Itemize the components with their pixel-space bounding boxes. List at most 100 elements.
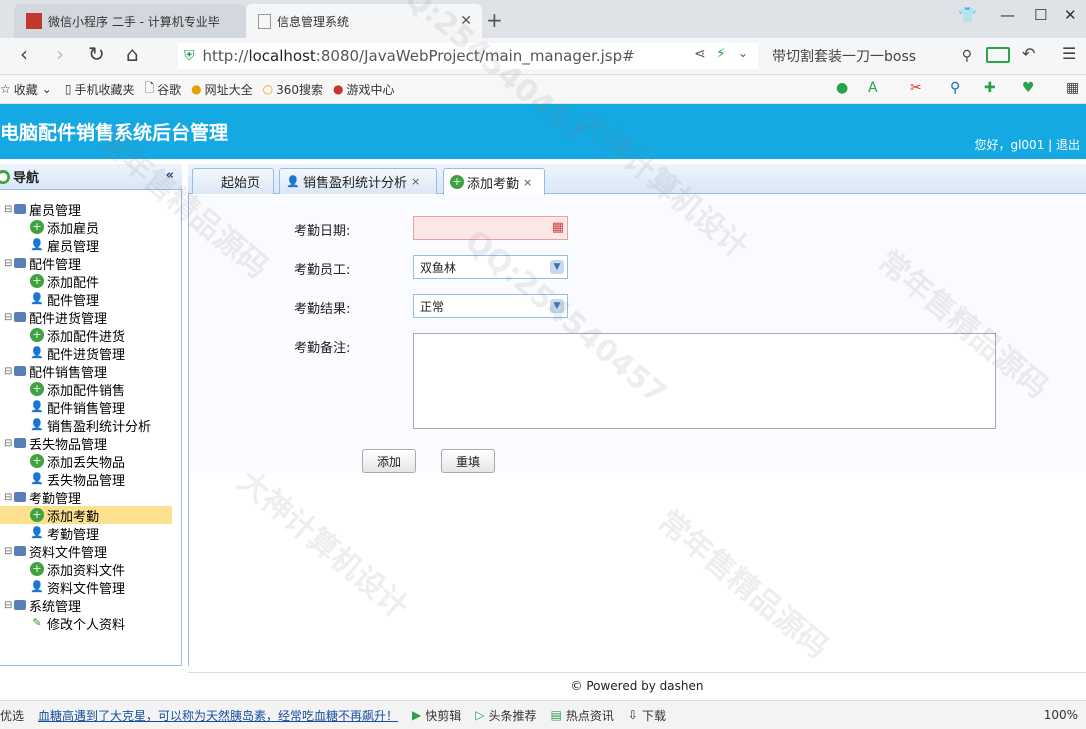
tree-item-add-file[interactable]: + 添加资料文件 [0,560,182,579]
collapse-tree-icon[interactable]: ⊟ [4,600,12,611]
chevron-down-icon[interactable]: ▼ [550,260,564,274]
tree-item-add-employee[interactable]: + 添加雇员 [0,218,182,237]
shirt-icon[interactable]: 👕 [958,6,977,24]
tree-item-profit-analysis[interactable]: 👤 销售盈利统计分析 [0,416,182,435]
add-icon: + [30,274,44,288]
sidebar-title: 导航 [13,171,40,186]
tree-item-purchase-manage[interactable]: 👤 配件进货管理 [0,344,182,363]
lightning-icon[interactable]: ⚡ [716,46,726,62]
reload-icon[interactable]: ↻ [88,42,105,66]
chevron-down-icon[interactable]: ▼ [550,299,564,313]
add-button[interactable]: 添加 [362,449,416,473]
user-icon: 👤 [30,580,44,593]
tree-group-files[interactable]: ⊟ 资料文件管理 [0,542,182,561]
battery-icon[interactable] [986,47,1010,63]
user-icon: 👤 [30,346,44,359]
window-close-icon[interactable]: ✕ [1064,6,1077,24]
maximize-icon[interactable]: ☐ [1034,6,1047,24]
browser-tab-active[interactable]: 信息管理系统 ✕ [246,4,482,38]
calendar-icon[interactable]: ▦ [552,220,564,235]
collapse-tree-icon[interactable]: ⊟ [4,366,12,377]
status-headlines[interactable]: ▷ 头条推荐 [475,707,536,724]
minimize-icon[interactable]: — [1000,6,1015,24]
tree-item-add-part[interactable]: + 添加配件 [0,272,182,291]
chevron-down-icon[interactable]: ⌄ [738,46,748,60]
bookmark-google[interactable]: 🗋 谷歌 [144,79,181,100]
tree-group-lost-items[interactable]: ⊟ 丢失物品管理 [0,434,182,453]
tree-item-file-manage[interactable]: 👤 资料文件管理 [0,578,182,597]
bookmark-360[interactable]: ○ 360搜索 [263,81,323,98]
new-tab-icon[interactable]: + [486,8,503,32]
close-tab-icon[interactable]: × [411,175,420,188]
tree-item-lost-item-manage[interactable]: 👤 丢失物品管理 [0,470,182,489]
forward-icon[interactable]: › [56,42,64,66]
status-quick-clip[interactable]: ▶ 快剪辑 [412,707,461,724]
close-icon[interactable]: ✕ [460,13,472,29]
user-greeting[interactable]: 您好，gl001 | 退出 [974,136,1080,153]
tree-item-sale-manage[interactable]: 👤 配件销售管理 [0,398,182,417]
add-icon: + [30,562,44,576]
extension-icon[interactable]: ● [836,80,848,96]
tree-item-attendance-manage[interactable]: 👤 考勤管理 [0,524,182,543]
status-preferred[interactable]: 优选 [0,707,24,724]
search-icon[interactable]: ⚲ [962,48,972,64]
tree-item-add-lost-item[interactable]: + 添加丢失物品 [0,452,182,471]
address-bar[interactable]: ⛨ http://localhost:8080/JavaWebProject/m… [178,43,758,69]
search-input[interactable]: 带切割套装一刀一boss ⚲ [772,43,972,69]
scissors-icon[interactable]: ✂ [910,80,922,96]
bookmark-games[interactable]: ● 游戏中心 [333,81,395,98]
apps-grid-icon[interactable]: ▦ [1066,80,1079,96]
tree-group-system[interactable]: ⊟ 系统管理 [0,596,182,615]
status-hot-news[interactable]: ▤ 热点资讯 [551,707,614,724]
zoom-level[interactable]: 100% [1044,708,1078,722]
tree-group-attendance[interactable]: ⊟ 考勤管理 [0,488,182,507]
tree-group-employees[interactable]: ⊟ 雇员管理 [0,200,182,219]
bookmark-mobile[interactable]: ▯ 手机收藏夹 [65,81,135,98]
result-select[interactable]: 正常 ▼ [413,294,568,318]
collapse-tree-icon[interactable]: ⊟ [4,546,12,557]
collapse-tree-icon[interactable]: ⊟ [4,438,12,449]
bookmark-favorites[interactable]: ☆ 收藏 ⌄ [0,81,55,98]
user-icon: 👤 [30,418,44,431]
share-icon[interactable]: ⋖ [694,46,706,62]
miniprogram-favicon-icon [26,13,42,29]
heart-icon[interactable]: ♥ [1022,80,1035,96]
user-icon: 👤 [30,292,44,305]
status-news-link[interactable]: 血糖高遇到了大克星，可以称为天然胰岛素，经常吃血糖不再飙升！ [38,707,398,724]
collapse-tree-icon[interactable]: ⊟ [4,492,12,503]
tree-item-add-sale[interactable]: + 添加配件销售 [0,380,182,399]
collapse-tree-icon[interactable]: ⊟ [4,312,12,323]
undo-icon[interactable]: ↶ [1022,44,1035,63]
tree-item-part-manage[interactable]: 👤 配件管理 [0,290,182,309]
notes-textarea[interactable] [413,333,996,429]
home-icon[interactable]: ⌂ [126,42,139,66]
app-title: 电脑配件销售系统后台管理 [0,122,229,144]
collapse-tree-icon[interactable]: ⊟ [4,258,12,269]
tree-item-add-attendance-selected[interactable]: + 添加考勤 [0,506,172,525]
tab-profit-analysis[interactable]: 👤 销售盈利统计分析 × [279,168,437,194]
tree-group-purchase[interactable]: ⊟ 配件进货管理 [0,308,182,327]
tree-item-add-purchase[interactable]: + 添加配件进货 [0,326,182,345]
tab-home[interactable]: 起始页 [192,168,274,194]
magnifier-icon[interactable]: ⚲ [950,80,960,96]
browser-tab[interactable]: 微信小程序 二手 - 计算机专业毕 [14,4,246,38]
collapse-tree-icon[interactable]: ⊟ [4,204,12,215]
date-field[interactable]: ▦ [413,216,568,240]
translate-icon[interactable]: A [868,80,878,96]
back-icon[interactable]: ‹ [20,42,28,66]
collapse-icon[interactable]: « [166,168,174,183]
reset-button[interactable]: 重填 [441,449,495,473]
employee-value: 双鱼林 [420,260,457,275]
game-controller-icon[interactable]: ✚ [984,80,996,96]
tab-add-attendance[interactable]: + 添加考勤 × [443,168,545,195]
tree-item-employee-manage[interactable]: 👤 雇员管理 [0,236,182,255]
bookmark-sites[interactable]: ● 网址大全 [191,81,253,98]
star-icon: ☆ [0,82,11,96]
tree-group-parts[interactable]: ⊟ 配件管理 [0,254,182,273]
employee-select[interactable]: 双鱼林 ▼ [413,255,568,279]
tree-group-sales[interactable]: ⊟ 配件销售管理 [0,362,182,381]
close-tab-icon[interactable]: × [523,176,532,189]
tree-item-edit-profile[interactable]: ✎ 修改个人资料 [0,614,182,633]
menu-icon[interactable]: ☰ [1062,44,1076,63]
status-download[interactable]: ⇩ 下载 [628,707,666,724]
